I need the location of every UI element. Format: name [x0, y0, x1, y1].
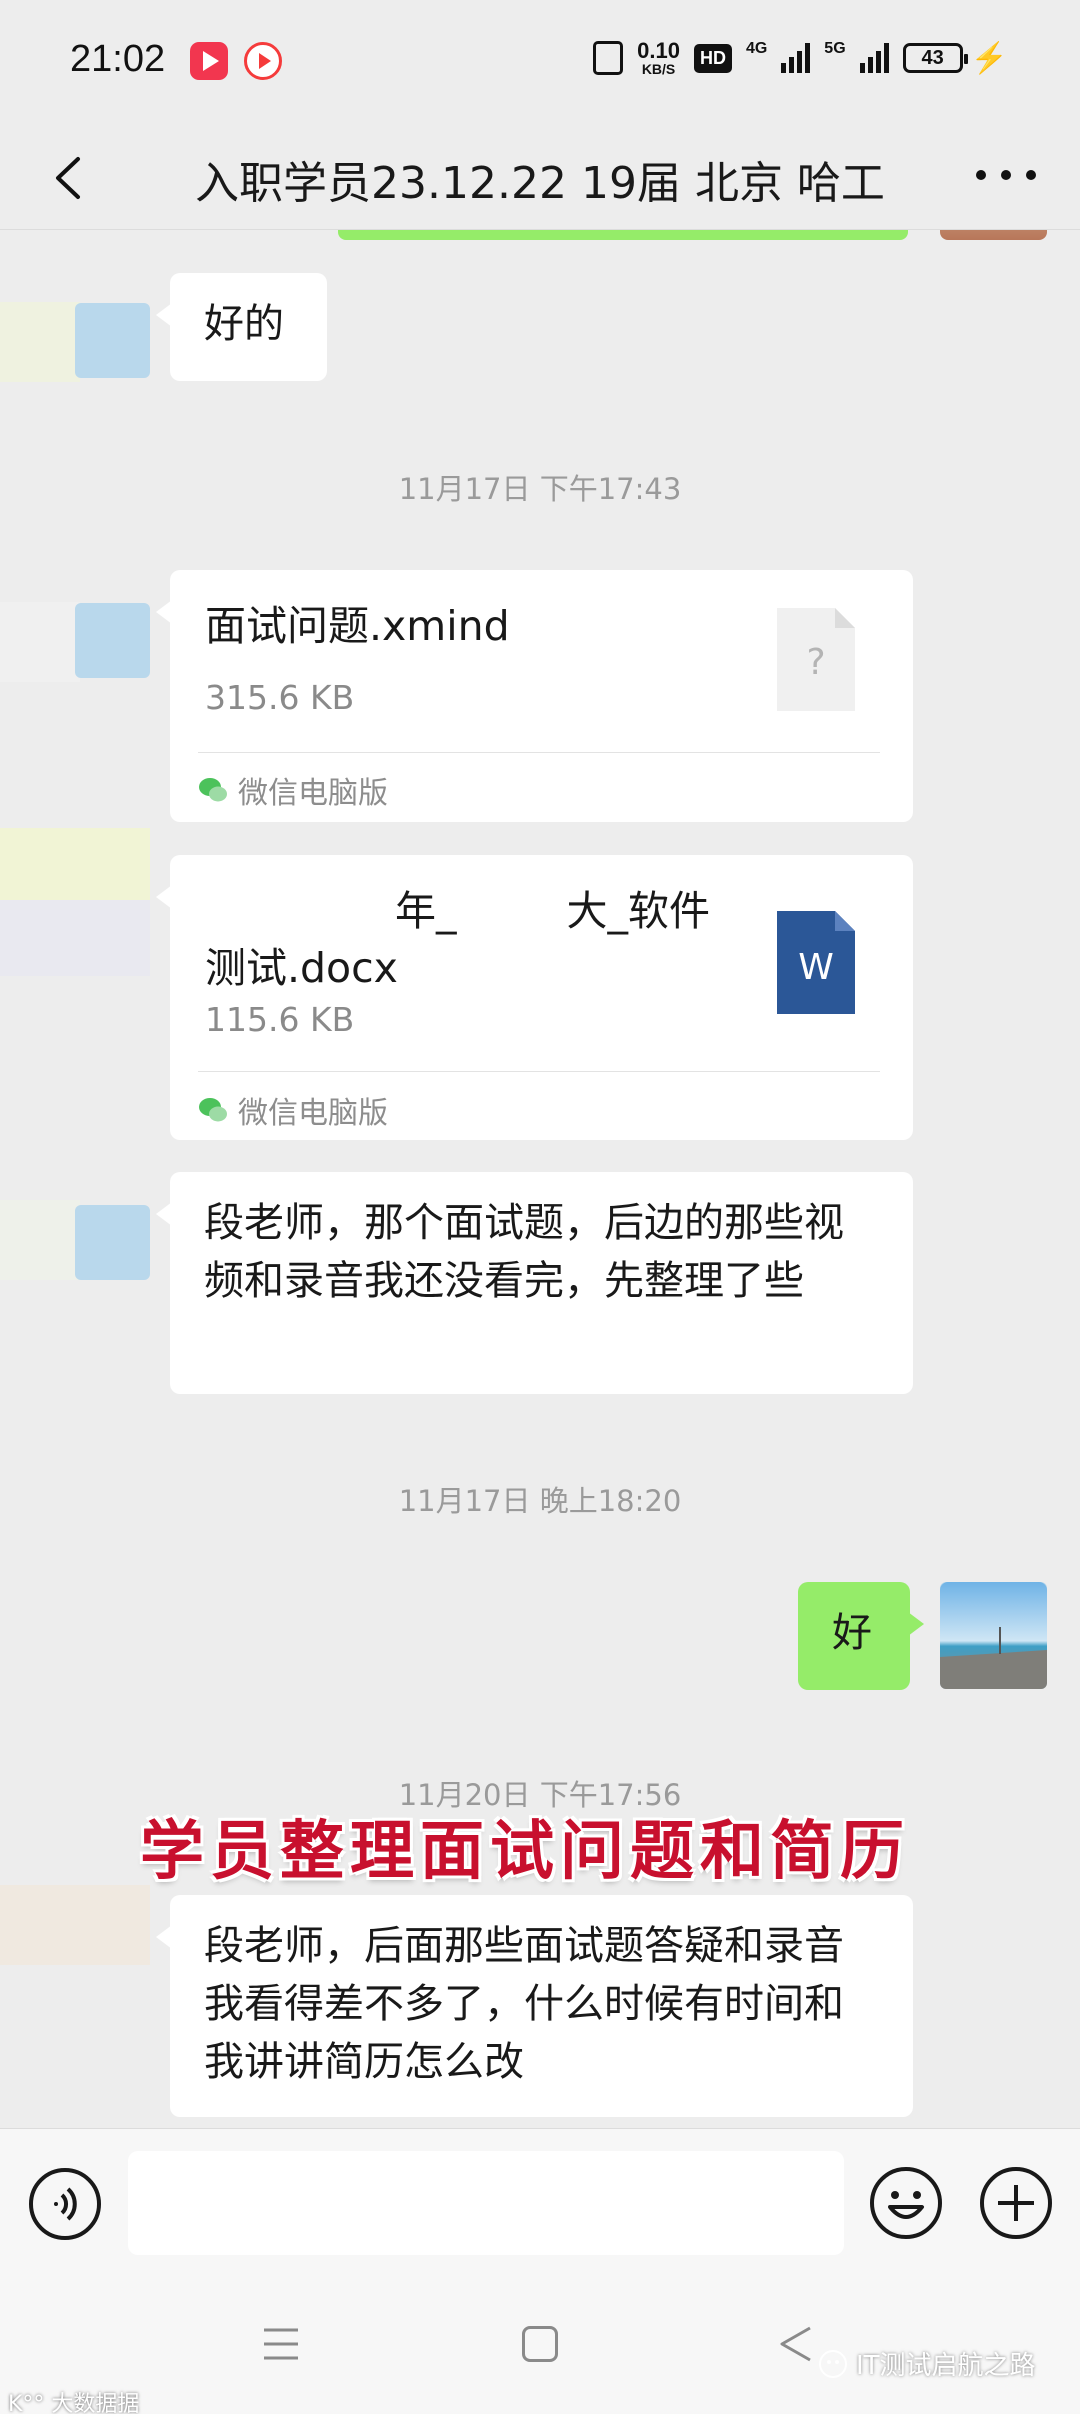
- svg-text:?: ?: [806, 642, 825, 683]
- unknown-file-icon: ?: [777, 608, 855, 711]
- watermark-left: K°° 大数据据: [8, 2392, 140, 2414]
- file-size: 115.6 KB: [205, 1000, 355, 1039]
- network-speed: 0.10 KB/S: [637, 38, 680, 77]
- file-name: 年_ 大_软件 测试.docx: [205, 887, 710, 992]
- status-time: 21:02: [70, 38, 166, 80]
- input-bar: [0, 2128, 1080, 2278]
- message-input[interactable]: [128, 2151, 844, 2255]
- word-file-icon: W: [777, 911, 855, 1014]
- sender-avatar[interactable]: [75, 603, 150, 678]
- signal-icon: [781, 43, 811, 73]
- blurred-avatar: [0, 1200, 80, 1280]
- wechat-official-icon: [819, 2349, 847, 2378]
- status-bar: 21:02 0.10 KB/S HD 4G 5G 43 ⚡: [0, 0, 1080, 125]
- menu-icon[interactable]: [262, 2326, 300, 2362]
- home-icon[interactable]: [522, 2326, 558, 2362]
- battery-icon: 43: [902, 43, 968, 73]
- file-message-docx[interactable]: 年_ 大_软件 测试.docx 115.6 KB W 微信电脑版: [156, 855, 913, 1140]
- network-4g-label: 4G: [745, 40, 768, 57]
- overlay-caption: 学员整理面试问题和简历: [140, 1814, 910, 1889]
- network-5g-label: 5G: [824, 40, 846, 57]
- previous-sent-bubble: [338, 230, 908, 240]
- nav-back-icon[interactable]: [778, 2324, 814, 2364]
- blurred-avatar: [0, 602, 80, 682]
- chat-title: 入职学员23.12.22 19届 北京 哈工: [195, 158, 885, 209]
- wechat-icon: [199, 778, 227, 802]
- message-timestamp: 11月17日 下午17:43: [398, 472, 682, 506]
- svg-text:W: W: [798, 947, 834, 988]
- file-name: 面试问题.xmind: [205, 602, 510, 650]
- vibrate-icon: [593, 41, 624, 75]
- sender-avatar[interactable]: [75, 303, 150, 378]
- my-avatar[interactable]: [940, 1582, 1047, 1689]
- redacted-text: [205, 894, 395, 934]
- hd-voice-icon: HD: [693, 43, 732, 73]
- my-avatar[interactable]: [940, 230, 1047, 240]
- voice-input-icon[interactable]: [28, 2167, 102, 2241]
- status-indicators: 0.10 KB/S HD 4G 5G 43 ⚡: [593, 40, 1008, 76]
- wechat-icon: [199, 1098, 227, 1122]
- divider: [198, 752, 880, 753]
- plus-icon[interactable]: [978, 2165, 1054, 2241]
- received-message[interactable]: 段老师，后面那些面试题答疑和录音我看得差不多了，什么时候有时间和我讲讲简历怎么改: [156, 1895, 913, 2117]
- received-message[interactable]: 段老师，那个面试题，后边的那些视频和录音我还没看完，先整理了些: [156, 1172, 913, 1394]
- file-source: 微信电脑版: [198, 1088, 388, 1132]
- blurred-avatar: [0, 1885, 150, 1965]
- signal-icon: [859, 43, 889, 73]
- blurred-avatar: [0, 828, 150, 900]
- blurred-avatar: [0, 900, 150, 976]
- watermark-right: IT测试启航之路: [818, 2345, 1036, 2382]
- video-app-icon: [190, 42, 228, 80]
- charging-icon: ⚡: [970, 41, 1008, 75]
- sent-message[interactable]: 好: [798, 1582, 924, 1690]
- divider: [198, 1071, 880, 1072]
- emoji-icon[interactable]: [868, 2165, 944, 2241]
- received-message[interactable]: 好的: [156, 273, 327, 381]
- file-size: 315.6 KB: [205, 678, 355, 717]
- chat-header: 入职学员23.12.22 19届 北京 哈工: [0, 125, 1080, 230]
- message-timestamp: 11月17日 晚上18:20: [398, 1484, 682, 1518]
- blurred-avatar: [0, 302, 80, 382]
- redacted-text: [456, 894, 567, 934]
- back-arrow-icon[interactable]: [48, 155, 88, 201]
- music-app-icon: [244, 42, 282, 80]
- file-message-xmind[interactable]: 面试问题.xmind 315.6 KB ? 微信电脑版: [156, 570, 913, 822]
- more-options-icon[interactable]: [976, 165, 1036, 185]
- file-source: 微信电脑版: [198, 768, 388, 812]
- sender-avatar[interactable]: [75, 1205, 150, 1280]
